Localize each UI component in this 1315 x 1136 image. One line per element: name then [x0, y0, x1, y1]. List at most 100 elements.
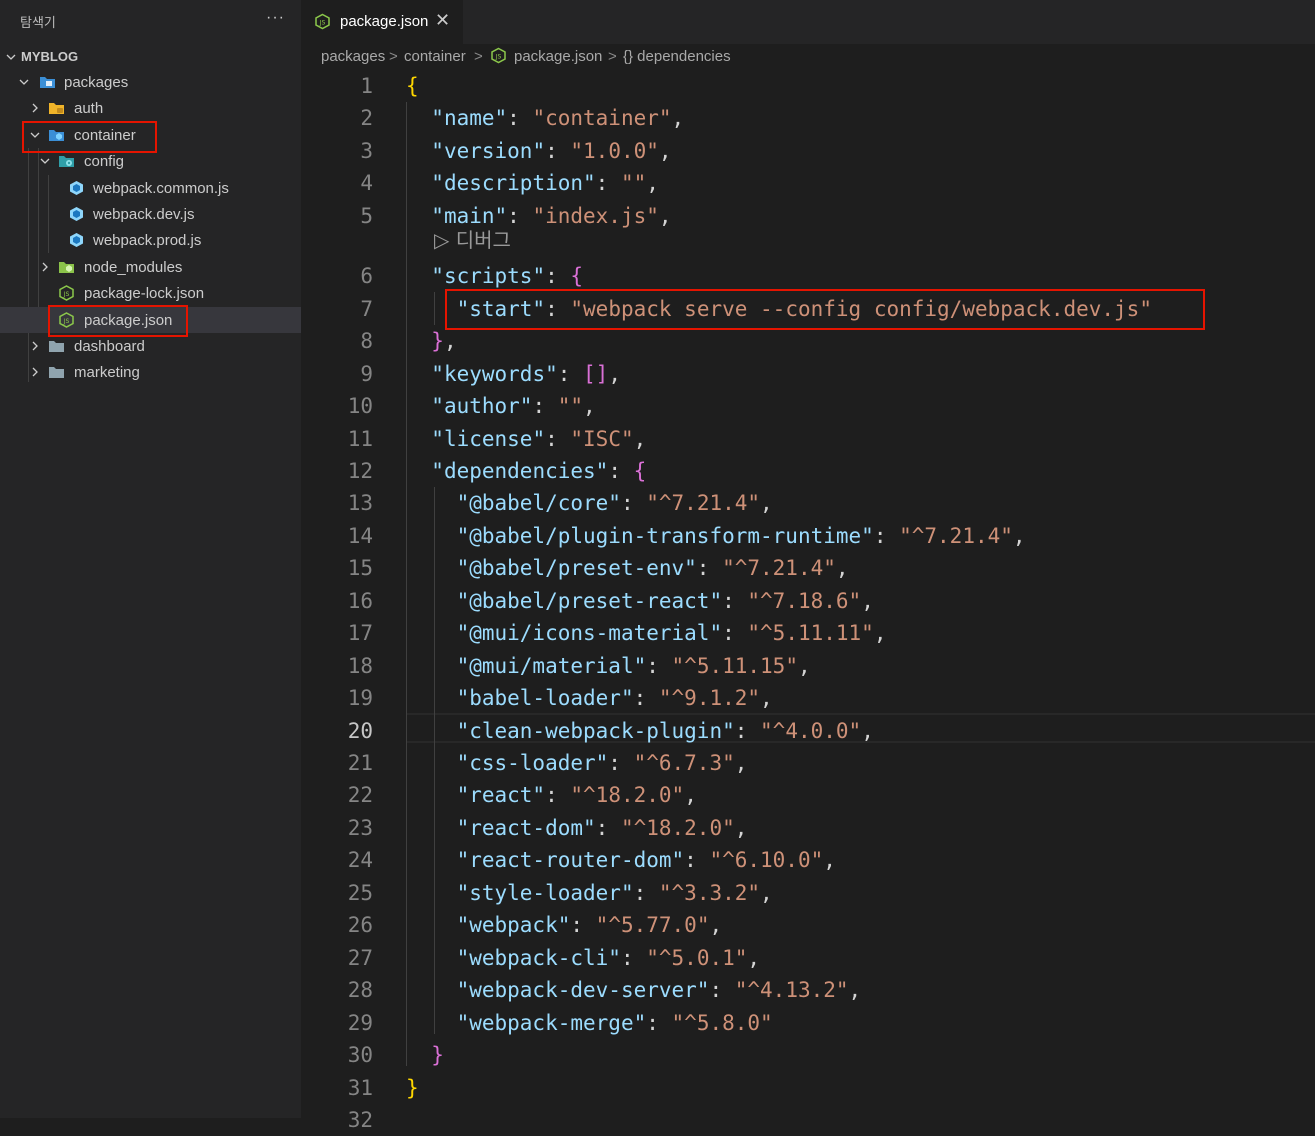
breadcrumb-item-package-json[interactable]: package.json — [514, 48, 602, 65]
json-value: "ISC" — [570, 427, 634, 451]
json-key: "react" — [456, 783, 546, 807]
json-value: "^7.21.4" — [646, 491, 761, 515]
line-number: 31 — [347, 1076, 373, 1100]
json-key: "keywords" — [431, 362, 558, 386]
json-separator: : — [507, 106, 533, 130]
close-icon[interactable]: ✕ — [435, 10, 450, 31]
json-bracket: { — [570, 264, 584, 288]
breadcrumb-separator: > — [474, 48, 483, 65]
tree-item-container[interactable]: container — [0, 122, 301, 148]
chevron-right-icon — [29, 366, 41, 378]
code-line: "name": "container", — [406, 102, 684, 134]
workspace-root-row[interactable]: MYBLOG — [0, 44, 301, 68]
json-value: "" — [557, 394, 584, 418]
json-key: "css-loader" — [456, 751, 609, 775]
json-key: "@babel/preset-react" — [456, 589, 723, 613]
json-value: "^7.18.6" — [747, 589, 862, 613]
json-key: "react-dom" — [456, 816, 596, 840]
tree-item-package-json[interactable]: JS package.json — [0, 307, 301, 333]
line-number: 11 — [347, 427, 373, 451]
line-number: 15 — [347, 556, 373, 580]
line-number: 23 — [347, 816, 373, 840]
line-number: 8 — [360, 329, 373, 353]
line-number: 4 — [360, 171, 373, 195]
code-line: "style-loader": "^3.3.2", — [406, 877, 773, 909]
json-punctuation: , — [760, 491, 773, 515]
tab-label: package.json — [340, 13, 429, 30]
json-separator: : — [734, 719, 761, 743]
code-line: "webpack-cli": "^5.0.1", — [406, 942, 760, 974]
tree-item-webpack-prod[interactable]: webpack.prod.js — [0, 227, 301, 253]
code-editor[interactable]: ▷ 디버그 1{2 "name": "container", 3 "version… — [301, 70, 1315, 1132]
svg-text:JS: JS — [63, 318, 70, 325]
container-folder-open-icon — [48, 127, 65, 143]
breadcrumb-item-dependencies[interactable]: {} dependencies — [623, 48, 731, 65]
tree-item-auth[interactable]: auth — [0, 95, 301, 121]
json-key: "clean-webpack-plugin" — [456, 719, 735, 743]
json-value: "^5.11.11" — [747, 621, 874, 645]
code-line: "css-loader": "^6.7.3", — [406, 747, 748, 779]
tree-item-marketing[interactable]: marketing — [0, 359, 301, 385]
json-separator: : — [570, 913, 596, 937]
code-line: "dependencies": { — [406, 455, 646, 487]
more-actions-icon[interactable]: ··· — [266, 9, 285, 27]
json-separator: : — [557, 362, 584, 386]
tree-item-package-lock-json[interactable]: JS package-lock.json — [0, 280, 301, 306]
tree-item-label: package.json — [84, 312, 173, 329]
line-number: 7 — [360, 297, 373, 321]
json-key: "react-router-dom" — [456, 848, 685, 872]
tree-item-node-modules[interactable]: node_modules — [0, 254, 301, 280]
code-line: "@babel/core": "^7.21.4", — [406, 487, 773, 519]
json-value: "^5.77.0" — [595, 913, 710, 937]
tree-item-webpack-common[interactable]: webpack.common.js — [0, 175, 301, 201]
explorer-title: 탐색기 — [20, 16, 56, 31]
editor-tab-bar: JS package.json ✕ — [301, 0, 1315, 44]
webpack-file-icon — [68, 232, 85, 248]
tree-item-webpack-dev[interactable]: webpack.dev.js — [0, 201, 301, 227]
json-key: "webpack-dev-server" — [456, 978, 710, 1002]
json-bracket: } — [431, 1043, 444, 1067]
config-folder-open-icon — [58, 153, 75, 169]
json-punctuation: , — [734, 816, 748, 840]
explorer-header: 탐색기 ··· — [0, 0, 301, 44]
tree-item-config[interactable]: config — [0, 148, 301, 174]
json-value: "^5.0.1" — [646, 946, 748, 970]
tree-item-packages[interactable]: packages — [0, 69, 301, 95]
json-bracket: [] — [583, 362, 609, 386]
breadcrumb-item-container[interactable]: container — [404, 48, 466, 65]
auth-folder-icon — [48, 100, 65, 116]
line-number: 1 — [360, 74, 373, 98]
code-line: } — [406, 1039, 444, 1071]
json-separator: : — [545, 139, 571, 163]
breadcrumb-item-packages[interactable]: packages — [321, 48, 385, 65]
json-key: "main" — [431, 204, 508, 228]
json-punctuation: , — [658, 204, 672, 228]
json-separator: : — [873, 524, 900, 548]
json-key: "style-loader" — [456, 881, 634, 905]
code-line: "@mui/icons-material": "^5.11.11", — [406, 617, 887, 649]
json-key: "babel-loader" — [456, 686, 634, 710]
json-key: "name" — [431, 106, 508, 130]
tab-package-json[interactable]: JS package.json ✕ — [301, 0, 463, 44]
tree-item-dashboard[interactable]: dashboard — [0, 333, 301, 359]
code-line: "react-dom": "^18.2.0", — [406, 812, 748, 844]
json-key: "@babel/preset-env" — [456, 556, 697, 580]
tree-item-label: packages — [64, 74, 129, 91]
tree-item-label: webpack.common.js — [93, 180, 229, 197]
nodejs-file-icon: JS — [490, 47, 507, 68]
json-separator: : — [507, 204, 533, 228]
json-separator: : — [545, 427, 571, 451]
svg-text:JS: JS — [495, 54, 502, 61]
